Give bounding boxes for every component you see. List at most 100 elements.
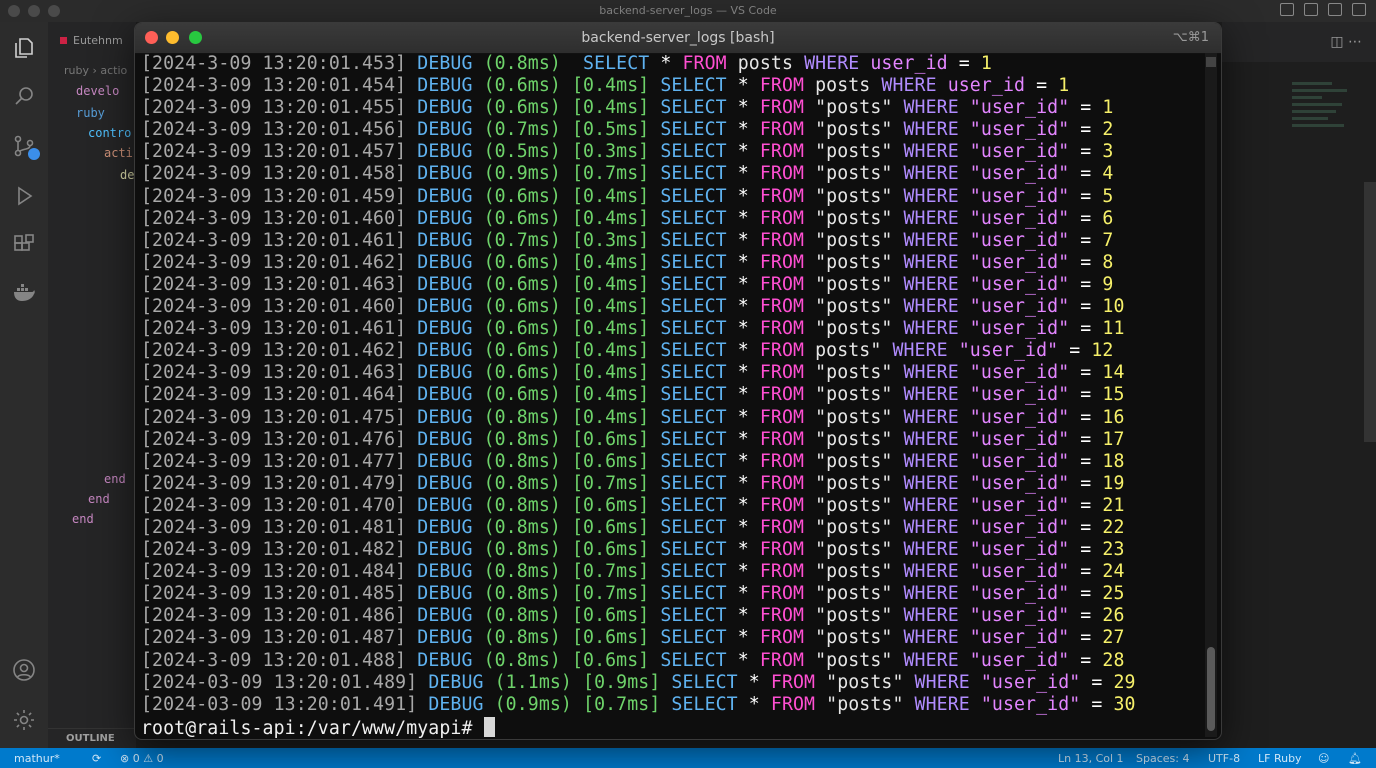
sql-column-name: "user_id" <box>958 406 1070 428</box>
log-duration: (0.8ms) [0.6ms] <box>483 649 650 671</box>
sql-from-keyword: FROM <box>759 362 805 384</box>
sql-where-keyword: WHERE <box>903 561 959 583</box>
editor-sidebar: Eutehnm ruby › actio develo ruby contro act… <box>48 22 136 748</box>
log-timestamp: [2024-3-09 13:20:01.475] <box>141 406 407 428</box>
sql-where-keyword: WHERE <box>903 406 959 428</box>
log-timestamp: [2024-3-09 13:20:01.462] <box>141 251 407 273</box>
sql-from-keyword: FROM <box>759 340 805 362</box>
breadcrumb[interactable]: ruby › actio <box>64 64 127 77</box>
scroll-up-arrow-icon[interactable] <box>1206 57 1216 67</box>
sql-value: 4 <box>1102 163 1114 185</box>
code-line: ruby <box>76 106 105 120</box>
sql-equals: = <box>1069 539 1103 561</box>
log-timestamp: [2024-3-09 13:20:01.460] <box>141 296 407 318</box>
status-cursor-position[interactable]: Ln 13, Col 1 <box>1058 752 1124 765</box>
settings-gear-icon[interactable] <box>12 708 36 732</box>
sql-select-keyword: SELECT <box>649 605 727 627</box>
log-line: [2024-3-09 13:20:01.479] DEBUG (0.8ms) [… <box>141 473 1199 495</box>
sql-select-keyword: SELECT <box>649 119 727 141</box>
run-debug-icon[interactable] <box>12 184 36 208</box>
editor-scrollbar[interactable] <box>1364 182 1376 442</box>
notifications-bell-icon[interactable]: 🔔︎ <box>1348 752 1362 765</box>
sql-value: 21 <box>1102 494 1125 516</box>
sql-value: 8 <box>1102 251 1114 273</box>
log-line: [2024-3-09 13:20:01.487] DEBUG (0.8ms) [… <box>141 627 1199 649</box>
source-control-icon[interactable] <box>12 134 40 160</box>
status-branch[interactable]: mathur* <box>14 752 60 765</box>
docker-icon[interactable] <box>12 280 36 304</box>
scrollbar-thumb[interactable] <box>1207 647 1215 731</box>
sql-value: 11 <box>1102 318 1125 340</box>
log-duration: (0.6ms) [0.4ms] <box>483 207 650 229</box>
extensions-icon[interactable] <box>12 232 36 256</box>
log-timestamp: [2024-3-09 13:20:01.477] <box>141 450 407 472</box>
minimap[interactable] <box>1292 82 1362 162</box>
sync-icon[interactable]: ⟳ <box>92 752 101 765</box>
sql-equals: = <box>1069 384 1103 406</box>
log-level: DEBUG <box>417 516 473 538</box>
sql-from-keyword: FROM <box>759 627 805 649</box>
sql-table-name: "posts" <box>804 494 904 516</box>
sql-star: * <box>726 163 760 185</box>
sql-star: * <box>726 273 760 295</box>
log-line: [2024-3-09 13:20:01.484] DEBUG (0.8ms) [… <box>141 561 1199 583</box>
sql-select-keyword: SELECT <box>649 318 727 340</box>
log-level: DEBUG <box>417 97 473 119</box>
sql-select-keyword: SELECT <box>649 428 727 450</box>
outline-panel-header[interactable]: OUTLINE <box>48 728 136 749</box>
sql-column-name: "user_id" <box>958 362 1070 384</box>
editor-tab[interactable]: Eutehnm <box>60 34 123 47</box>
log-line: [2024-3-09 13:20:01.456] DEBUG (0.7ms) [… <box>141 119 1199 141</box>
log-line: [2024-3-09 13:20:01.463] DEBUG (0.6ms) [… <box>141 362 1199 384</box>
log-duration: (0.8ms) [0.6ms] <box>483 627 650 649</box>
sql-column-name: "user_id" <box>958 141 1070 163</box>
sql-equals: = <box>1069 516 1103 538</box>
sql-table-name: "posts" <box>804 561 904 583</box>
sql-column-name: "user_id" <box>958 428 1070 450</box>
status-language[interactable]: LF Ruby <box>1258 752 1302 765</box>
log-timestamp: [2024-3-09 13:20:01.458] <box>141 163 407 185</box>
sql-star: * <box>649 53 683 74</box>
log-timestamp: [2024-3-09 13:20:01.464] <box>141 384 407 406</box>
terminal-titlebar[interactable]: backend-server_logs [bash] ⌥⌘1 <box>135 23 1221 54</box>
search-icon[interactable] <box>12 84 36 108</box>
sql-star: * <box>726 75 760 97</box>
account-icon[interactable] <box>12 658 36 682</box>
log-line: [2024-3-09 13:20:01.454] DEBUG (0.6ms) [… <box>141 75 1199 97</box>
sql-equals: = <box>1069 450 1103 472</box>
log-line: [2024-3-09 13:20:01.476] DEBUG (0.8ms) [… <box>141 429 1199 451</box>
log-line: [2024-3-09 13:20:01.477] DEBUG (0.8ms) [… <box>141 451 1199 473</box>
log-level: DEBUG <box>417 649 473 671</box>
terminal-output[interactable]: [2024-3-09 13:20:01.453] DEBUG (0.8ms) S… <box>141 53 1199 739</box>
feedback-icon[interactable]: ☺ <box>1318 752 1329 765</box>
sql-column-name: "user_id" <box>958 229 1070 251</box>
sql-where-keyword: WHERE <box>903 539 959 561</box>
sql-column-name: "user_id" <box>958 583 1070 605</box>
sql-select-keyword: SELECT <box>649 185 727 207</box>
sql-where-keyword: WHERE <box>903 649 959 671</box>
sql-star: * <box>726 119 760 141</box>
sql-equals: = <box>1069 318 1103 340</box>
log-timestamp: [2024-03-09 13:20:01.489] <box>141 671 418 693</box>
terminal-window[interactable]: backend-server_logs [bash] ⌥⌘1 [2024-3-0… <box>134 22 1222 740</box>
log-timestamp: [2024-3-09 13:20:01.459] <box>141 185 407 207</box>
terminal-scrollbar[interactable] <box>1205 53 1217 737</box>
explorer-icon[interactable] <box>12 36 36 60</box>
split-editor-icon[interactable]: ◫ ⋯ <box>1330 34 1362 50</box>
status-problems[interactable]: ⊗ 0 ⚠ 0 <box>120 752 164 765</box>
sql-column-name: "user_id" <box>958 296 1070 318</box>
right-editor-area: ◫ ⋯ <box>1222 22 1376 748</box>
sql-where-keyword: WHERE <box>903 251 959 273</box>
shell-prompt-line[interactable]: root@rails-api:/var/www/myapi# <box>141 716 1199 739</box>
sql-from-keyword: FROM <box>759 649 805 671</box>
layout-toggle-icons[interactable] <box>1280 3 1366 16</box>
sql-value: 30 <box>1113 693 1136 715</box>
log-level: DEBUG <box>417 318 473 340</box>
sql-equals: = <box>1069 583 1103 605</box>
log-timestamp: [2024-3-09 13:20:01.463] <box>141 273 407 295</box>
status-encoding[interactable]: UTF-8 <box>1208 752 1240 765</box>
status-indent[interactable]: Spaces: 4 <box>1136 752 1189 765</box>
sql-where-keyword: WHERE <box>903 362 959 384</box>
sql-column-name: "user_id" <box>958 472 1070 494</box>
log-level: DEBUG <box>417 340 473 362</box>
